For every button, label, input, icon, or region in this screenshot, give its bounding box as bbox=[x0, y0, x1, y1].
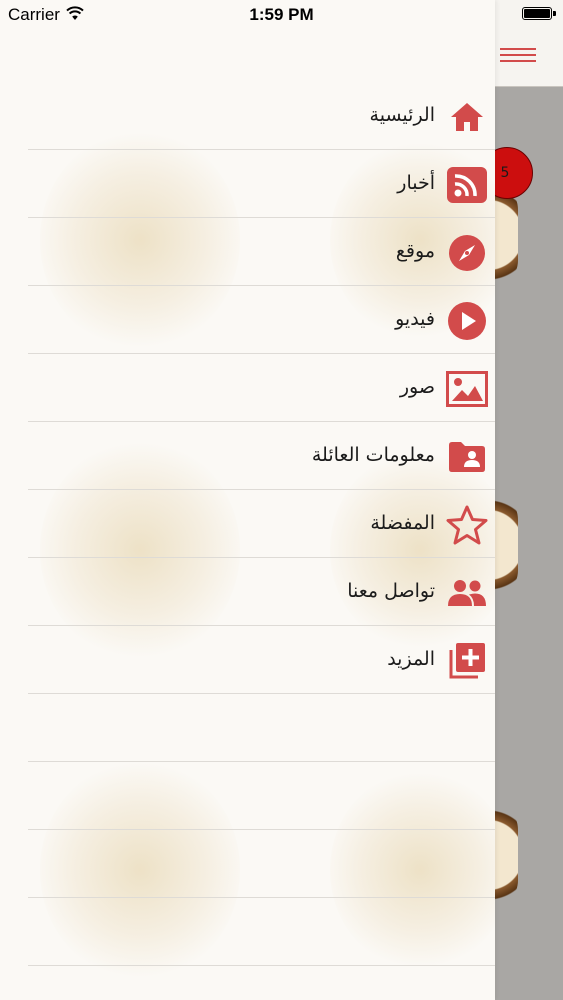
rss-icon bbox=[446, 164, 488, 206]
people-icon bbox=[446, 572, 488, 614]
battery-icon bbox=[522, 7, 556, 20]
menu-item-contact-us[interactable]: تواصل معنا bbox=[0, 558, 495, 626]
menu-item-label: تواصل معنا bbox=[347, 580, 435, 602]
status-bar: Carrier 1:59 PM bbox=[0, 0, 563, 30]
star-icon bbox=[446, 504, 488, 546]
menu-item-label: فيديو bbox=[395, 308, 435, 330]
add-more-icon bbox=[446, 640, 488, 682]
menu-item-more[interactable]: المزيد bbox=[0, 626, 495, 694]
menu-item-photos[interactable]: صور bbox=[0, 354, 495, 422]
compass-icon bbox=[446, 232, 488, 274]
empty-row bbox=[0, 694, 495, 762]
contact-folder-icon bbox=[446, 436, 488, 478]
image-icon bbox=[446, 368, 488, 410]
hamburger-menu-icon[interactable] bbox=[500, 48, 536, 68]
play-icon bbox=[446, 300, 488, 342]
menu-item-label: معلومات العائلة bbox=[311, 444, 435, 466]
empty-row bbox=[0, 830, 495, 898]
menu-item-favorites[interactable]: المفضلة bbox=[0, 490, 495, 558]
menu-item-video[interactable]: فيديو bbox=[0, 286, 495, 354]
menu-item-home[interactable]: الرئيسية bbox=[0, 82, 495, 150]
menu-item-label: الرئيسية bbox=[369, 104, 435, 126]
divider bbox=[28, 965, 495, 966]
menu-item-label: صور bbox=[399, 376, 435, 398]
menu-item-news[interactable]: أخبار bbox=[0, 150, 495, 218]
empty-row bbox=[0, 898, 495, 966]
menu-item-label: المزيد bbox=[387, 648, 435, 670]
menu-item-family-info[interactable]: معلومات العائلة bbox=[0, 422, 495, 490]
drawer-menu: الرئيسية أخبار موقع فيديو صور معلومات ال… bbox=[0, 82, 495, 966]
empty-row bbox=[0, 762, 495, 830]
menu-item-label: أخبار bbox=[397, 172, 435, 194]
side-drawer: الرئيسية أخبار موقع فيديو صور معلومات ال… bbox=[0, 0, 495, 1000]
home-icon bbox=[446, 96, 488, 138]
menu-item-label: موقع bbox=[395, 240, 435, 262]
notification-badge-count: 5 bbox=[500, 165, 510, 181]
status-time: 1:59 PM bbox=[249, 5, 314, 24]
menu-item-label: المفضلة bbox=[370, 512, 435, 534]
menu-item-location[interactable]: موقع bbox=[0, 218, 495, 286]
